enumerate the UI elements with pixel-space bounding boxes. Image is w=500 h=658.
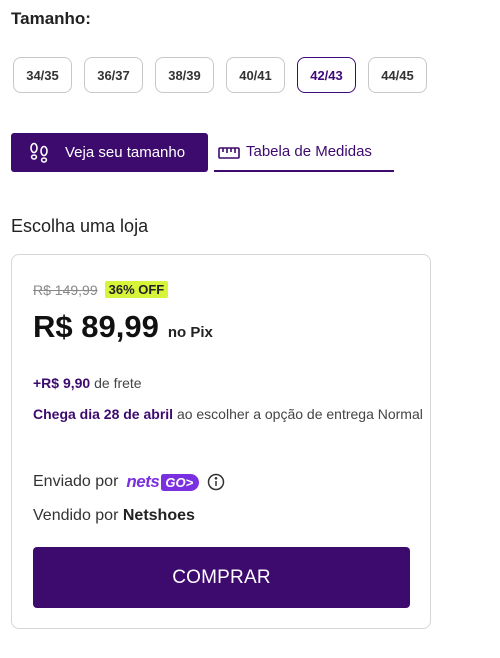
- size-option-34-35[interactable]: 34/35: [13, 57, 72, 93]
- delivery-date: Chega dia 28 de abril: [33, 406, 177, 422]
- current-price: R$ 89,99: [33, 309, 159, 344]
- tabela-de-medidas-label: Tabela de Medidas: [246, 143, 372, 160]
- price-row: R$ 89,99 no Pix: [33, 309, 213, 345]
- size-option-36-37[interactable]: 36/37: [84, 57, 143, 93]
- tabela-de-medidas-link[interactable]: Tabela de Medidas: [214, 133, 394, 172]
- discount-badge: 36% OFF: [104, 281, 169, 298]
- footprints-icon: [27, 141, 51, 165]
- delivery-estimate: Chega dia 28 de abril ao escolher a opçã…: [33, 401, 423, 427]
- info-icon[interactable]: [207, 473, 225, 491]
- delivery-text: ao escolher a opção de entrega Normal: [176, 406, 423, 422]
- size-option-40-41[interactable]: 40/41: [226, 57, 285, 93]
- old-price-row: R$ 149,99 36% OFF: [33, 281, 169, 298]
- shipping-cost: +R$ 9,90 de frete: [33, 375, 142, 391]
- old-price: R$ 149,99: [33, 281, 98, 298]
- size-title: Tamanho:: [11, 9, 91, 28]
- sold-by: Vendido por Netshoes: [33, 507, 195, 525]
- price-method: no Pix: [167, 324, 213, 341]
- veja-seu-tamanho-button[interactable]: Veja seu tamanho: [11, 133, 208, 172]
- shipped-by: Enviado por nets GO>: [33, 472, 225, 492]
- sold-by-label: Vendido por: [33, 507, 123, 524]
- size-option-38-39[interactable]: 38/39: [155, 57, 214, 93]
- netsgo-logo-box: GO>: [161, 473, 200, 491]
- ruler-icon: [218, 146, 240, 159]
- store-section-title: Escolha uma loja: [11, 216, 149, 236]
- shipped-by-label: Enviado por: [33, 473, 119, 490]
- veja-seu-tamanho-label: Veja seu tamanho: [65, 144, 186, 161]
- netsgo-logo: nets GO>: [126, 472, 200, 492]
- size-options: 34/35 36/37 38/39 40/41 42/43 44/45: [13, 57, 427, 93]
- size-tools: Veja seu tamanho Tabela de Medidas: [11, 133, 394, 172]
- sold-by-value: Netshoes: [122, 507, 195, 524]
- shipping-value: +R$ 9,90: [33, 375, 95, 391]
- size-option-44-45[interactable]: 44/45: [368, 57, 427, 93]
- size-option-42-43[interactable]: 42/43: [297, 57, 356, 93]
- buy-button[interactable]: COMPRAR: [33, 547, 410, 608]
- shipping-text: de frete: [94, 375, 142, 391]
- offer-card: R$ 149,99 36% OFF R$ 89,99 no Pix +R$ 9,…: [11, 254, 431, 629]
- netsgo-logo-text: nets: [126, 472, 160, 491]
